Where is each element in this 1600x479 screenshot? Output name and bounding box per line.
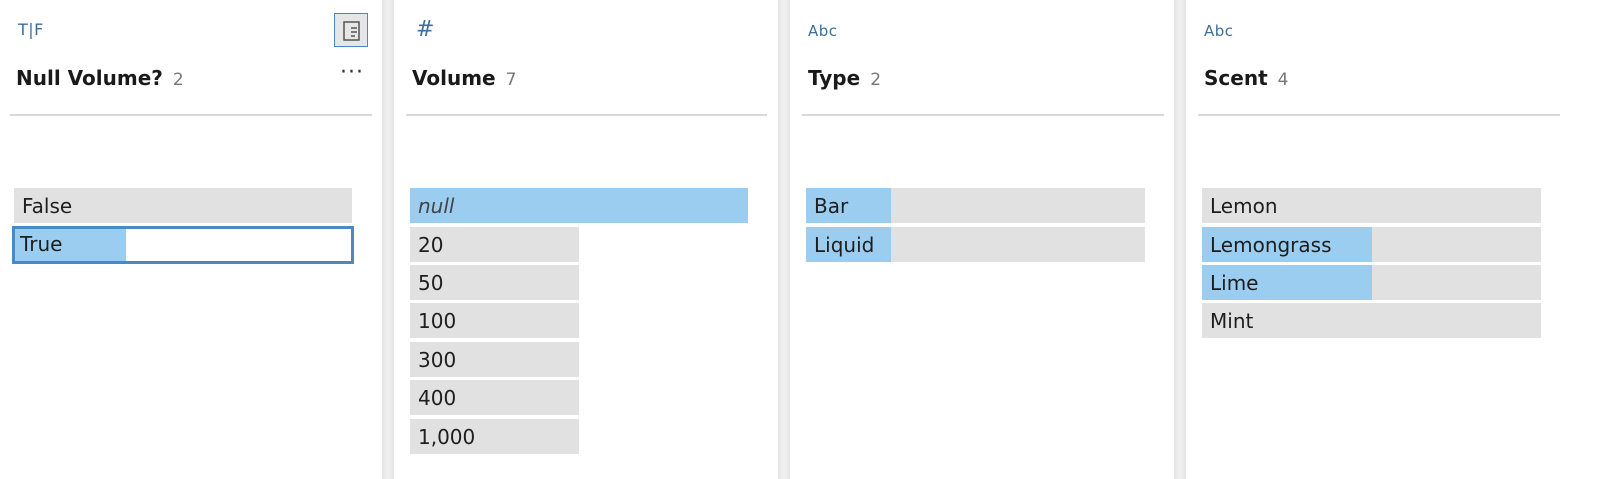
profile-card-type: Abc Type 2 Bar Liquid [790,0,1174,479]
bar-fill [410,188,748,223]
value-label: null [418,194,455,218]
distinct-count: 2 [870,70,882,90]
value-label: 300 [418,348,457,372]
view-details-button[interactable] [334,13,368,47]
profile-card-null-volume: T|F Null Volume? 2 ··· False True [0,0,382,479]
header-divider [802,114,1164,116]
profile-card-scent: Abc Scent 4 Lemon Lemongrass Lime Mint [1186,0,1600,479]
value-bar-300[interactable]: 300 [410,342,579,377]
header-divider [1198,114,1560,116]
value-label: 50 [418,271,444,295]
more-options-icon[interactable]: ··· [340,60,364,85]
value-label: Mint [1210,309,1254,333]
string-type-icon[interactable]: Abc [808,22,838,40]
value-label: Liquid [814,233,875,257]
field-name[interactable]: Volume [412,66,496,90]
value-label: Lemongrass [1210,233,1332,257]
string-type-icon[interactable]: Abc [1204,22,1234,40]
value-bar-false[interactable]: False [14,188,352,223]
card-title-row: Type 2 [808,66,881,90]
value-bar-100[interactable]: 100 [410,303,579,338]
value-bar-50[interactable]: 50 [410,265,579,300]
card-title-row: Scent 4 [1204,66,1288,90]
value-bar-null[interactable]: null [410,188,748,223]
field-name[interactable]: Null Volume? [16,66,163,90]
header-divider [406,114,767,116]
value-bar-400[interactable]: 400 [410,380,579,415]
field-name[interactable]: Type [808,66,860,90]
card-title-row: Volume 7 [412,66,516,90]
card-separator [382,0,394,479]
value-label: 20 [418,233,444,257]
distinct-count: 2 [172,70,184,90]
field-name[interactable]: Scent [1204,66,1268,90]
number-type-icon[interactable]: # [416,17,435,42]
value-bar-true[interactable]: True [12,226,354,264]
value-bar-liquid[interactable]: Liquid [806,227,1145,262]
value-bar-lemon[interactable]: Lemon [1202,188,1541,223]
card-title-row: Null Volume? 2 [16,66,184,90]
value-bar-20[interactable]: 20 [410,227,579,262]
value-bar-mint[interactable]: Mint [1202,303,1541,338]
value-label: False [22,194,73,218]
value-label: Bar [814,194,849,218]
profile-card-volume: # Volume 7 null 20 50 100 300 400 1,000 [394,0,778,479]
value-bar-bar[interactable]: Bar [806,188,1145,223]
value-label: True [20,232,63,256]
value-bar-lemongrass[interactable]: Lemongrass [1202,227,1541,262]
value-label: 400 [418,386,457,410]
value-bar-1000[interactable]: 1,000 [410,419,579,454]
value-label: Lime [1210,271,1259,295]
boolean-type-icon[interactable]: T|F [18,20,44,39]
card-separator [778,0,790,479]
value-bar-lime[interactable]: Lime [1202,265,1541,300]
card-separator [1174,0,1186,479]
header-divider [10,114,372,116]
distinct-count: 7 [505,70,517,90]
distinct-count: 4 [1277,70,1289,90]
view-details-icon [343,21,360,41]
value-label: 1,000 [418,425,476,449]
value-label: 100 [418,309,457,333]
value-label: Lemon [1210,194,1278,218]
